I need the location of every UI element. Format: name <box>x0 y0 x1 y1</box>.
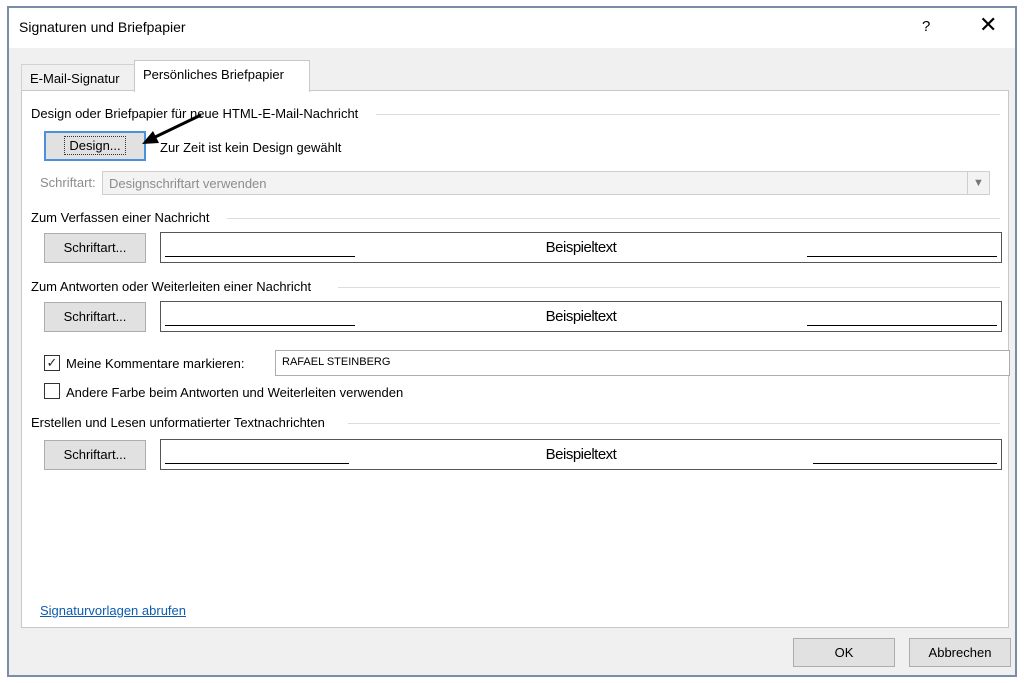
section-title-compose: Zum Verfassen einer Nachricht <box>31 210 210 225</box>
sample-underline <box>807 325 997 326</box>
section-title-reply: Zum Antworten oder Weiterleiten einer Na… <box>31 279 312 294</box>
close-button[interactable]: ✕ <box>979 13 997 37</box>
font-select[interactable]: Designschriftart verwenden ▼ <box>102 171 990 195</box>
compose-sample-preview: Beispieltext <box>160 232 1002 263</box>
font-select-value: Designschriftart verwenden <box>109 176 267 191</box>
cancel-button[interactable]: Abbrechen <box>909 638 1011 667</box>
help-button[interactable]: ? <box>922 18 930 35</box>
section-divider <box>338 287 1000 288</box>
plain-sample-text: Beispieltext <box>545 446 617 463</box>
reply-sample-preview: Beispieltext <box>160 301 1002 332</box>
reply-sample-text: Beispieltext <box>545 308 617 325</box>
window-title: Signaturen und Briefpapier <box>19 19 186 35</box>
section-title-plain: Erstellen und Lesen unformatierter Textn… <box>31 415 325 430</box>
sample-underline <box>165 325 355 326</box>
ok-button[interactable]: OK <box>793 638 895 667</box>
tab-personal-stationery[interactable]: Persönliches Briefpapier <box>134 60 310 92</box>
font-label: Schriftart: <box>40 175 96 190</box>
design-button[interactable]: Design... <box>44 131 146 161</box>
sample-underline <box>813 463 997 464</box>
design-button-label: Design... <box>64 136 126 155</box>
tab-panel: Design oder Briefpapier für neue HTML-E-… <box>21 90 1010 628</box>
section-divider <box>227 218 1000 219</box>
section-divider <box>348 423 1000 424</box>
plain-font-button[interactable]: Schriftart... <box>44 440 146 470</box>
sample-underline <box>807 256 997 257</box>
title-bar: Signaturen und Briefpapier ? ✕ <box>9 8 1015 48</box>
section-divider <box>376 114 1000 115</box>
sample-underline <box>165 463 349 464</box>
compose-font-button[interactable]: Schriftart... <box>44 233 146 263</box>
other-color-label: Andere Farbe beim Antworten und Weiterle… <box>66 385 404 400</box>
annotation-arrow-icon <box>142 113 202 144</box>
signatures-dialog: Signaturen und Briefpapier ? ✕ E-Mail-Si… <box>7 6 1017 677</box>
mark-comments-label: Meine Kommentare markieren: <box>66 356 245 371</box>
other-color-checkbox[interactable] <box>44 383 60 399</box>
compose-sample-text: Beispieltext <box>545 239 617 256</box>
sample-underline <box>165 256 355 257</box>
signature-templates-link[interactable]: Signaturvorlagen abrufen <box>40 603 186 618</box>
reply-font-button[interactable]: Schriftart... <box>44 302 146 332</box>
tab-email-signature[interactable]: E-Mail-Signatur <box>21 64 135 91</box>
plain-sample-preview: Beispieltext <box>160 439 1002 470</box>
mark-comments-checkbox[interactable]: ✓ <box>44 355 60 371</box>
chevron-down-icon[interactable]: ▼ <box>967 172 989 194</box>
mark-comments-input[interactable]: RAFAEL STEINBERG <box>275 350 1010 376</box>
